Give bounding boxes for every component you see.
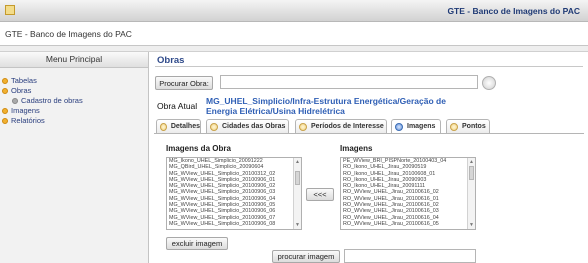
tab-label: Períodos de Interesse <box>311 123 384 130</box>
tab-periodos-de-interesse[interactable]: Períodos de Interesse <box>295 119 387 133</box>
sidebar-item-label: Tabelas <box>11 76 37 85</box>
delete-image-button[interactable]: excluir imagem <box>166 237 228 250</box>
tab-bullet-icon <box>299 122 307 131</box>
tab-label: Detalhes <box>170 123 200 130</box>
images-of-obra-list[interactable]: MG_Ikono_UHEL_Simplicio_20091222 MG_QBir… <box>166 157 302 230</box>
tab-label: Imagens <box>407 123 436 130</box>
tab-bullet-icon <box>210 122 218 131</box>
images-title: Imagens <box>340 144 373 153</box>
search-image-button[interactable]: procurar imagem <box>272 250 340 263</box>
list-item[interactable]: MG_WView_UHEL_Simplicio_20100906_08 <box>167 221 301 227</box>
search-go-icon[interactable] <box>482 76 496 90</box>
tab-label: Pontos <box>462 123 486 130</box>
search-obra-input[interactable] <box>220 75 478 89</box>
tab-label: Cidades das Obras <box>222 123 286 130</box>
sidebar: Menu Principal Tabelas Obras Cadastro de… <box>0 52 149 263</box>
banner-title: GTE - Banco de Imagens do PAC <box>447 6 580 16</box>
app-logo-icon <box>5 5 15 15</box>
sidebar-item-imagens[interactable]: Imagens <box>0 106 148 116</box>
imagens-tab-panel: Imagens da Obra MG_Ikono_UHEL_Simplicio_… <box>154 133 584 263</box>
sidebar-item-relatorios[interactable]: Relatórios <box>0 116 148 126</box>
tab-pontos[interactable]: Pontos <box>446 119 490 133</box>
top-banner: GTE - Banco de Imagens do PAC <box>0 0 588 22</box>
sidebar-item-label: Obras <box>11 86 32 95</box>
title-divider <box>155 66 583 67</box>
scroll-down-icon[interactable]: ▼ <box>469 222 474 228</box>
obra-atual-label: Obra Atual <box>157 101 198 111</box>
app-title: GTE - Banco de Imagens do PAC <box>5 29 132 39</box>
scrollbar-thumb[interactable] <box>295 171 300 185</box>
sidebar-item-obras[interactable]: Obras <box>0 86 148 96</box>
tab-bullet-icon <box>395 122 403 131</box>
bullet-icon <box>2 88 8 94</box>
bullet-icon <box>2 108 8 114</box>
search-image-input[interactable] <box>344 249 476 263</box>
tab-bar: Detalhes Cidades das Obras Períodos de I… <box>154 119 584 133</box>
sidebar-item-label: Cadastro de obras <box>21 96 83 105</box>
tab-detalhes[interactable]: Detalhes <box>156 119 201 133</box>
main-menu: Tabelas Obras Cadastro de obras Imagens … <box>0 68 148 126</box>
sidebar-item-tabelas[interactable]: Tabelas <box>0 76 148 86</box>
scroll-down-icon[interactable]: ▼ <box>295 222 300 228</box>
sidebar-item-cadastro-de-obras[interactable]: Cadastro de obras <box>0 96 148 106</box>
bullet-icon <box>2 118 8 124</box>
scrollbar-thumb[interactable] <box>469 166 474 180</box>
list-scrollbar[interactable]: ▲ ▼ <box>467 158 475 229</box>
scroll-up-icon[interactable]: ▲ <box>469 159 474 165</box>
scroll-up-icon[interactable]: ▲ <box>295 159 300 165</box>
app-header: GTE - Banco de Imagens do PAC <box>0 22 588 46</box>
images-of-obra-title: Imagens da Obra <box>166 144 231 153</box>
sidebar-item-label: Relatórios <box>11 116 45 125</box>
page-title: Obras <box>157 55 185 66</box>
tab-bullet-icon <box>450 122 458 131</box>
main-content: Obras Procurar Obra: Obra Atual MG_UHEL_… <box>150 52 588 263</box>
list-item[interactable]: RO_WView_UHEL_Jirau_20100616_05 <box>341 221 475 227</box>
images-list[interactable]: PE_WView_BRI_PISPNorte_20100403_04 RO_Ik… <box>340 157 476 230</box>
tab-bullet-icon <box>160 122 167 131</box>
search-obra-button[interactable]: Procurar Obra: <box>155 76 213 90</box>
bullet-icon <box>12 98 18 104</box>
list-items: MG_Ikono_UHEL_Simplicio_20091222 MG_QBir… <box>167 158 301 227</box>
list-scrollbar[interactable]: ▲ ▼ <box>293 158 301 229</box>
sidebar-item-label: Imagens <box>11 106 40 115</box>
obra-atual-value: MG_UHEL_Simplicio/Infra-Estrutura Energé… <box>206 96 446 116</box>
move-left-button[interactable]: <<< <box>306 188 334 201</box>
sidebar-header: Menu Principal <box>0 52 148 68</box>
tab-cidades-das-obras[interactable]: Cidades das Obras <box>206 119 289 133</box>
list-items: PE_WView_BRI_PISPNorte_20100403_04 RO_Ik… <box>341 158 475 227</box>
tab-imagens[interactable]: Imagens <box>391 119 441 133</box>
bullet-icon <box>2 78 8 84</box>
